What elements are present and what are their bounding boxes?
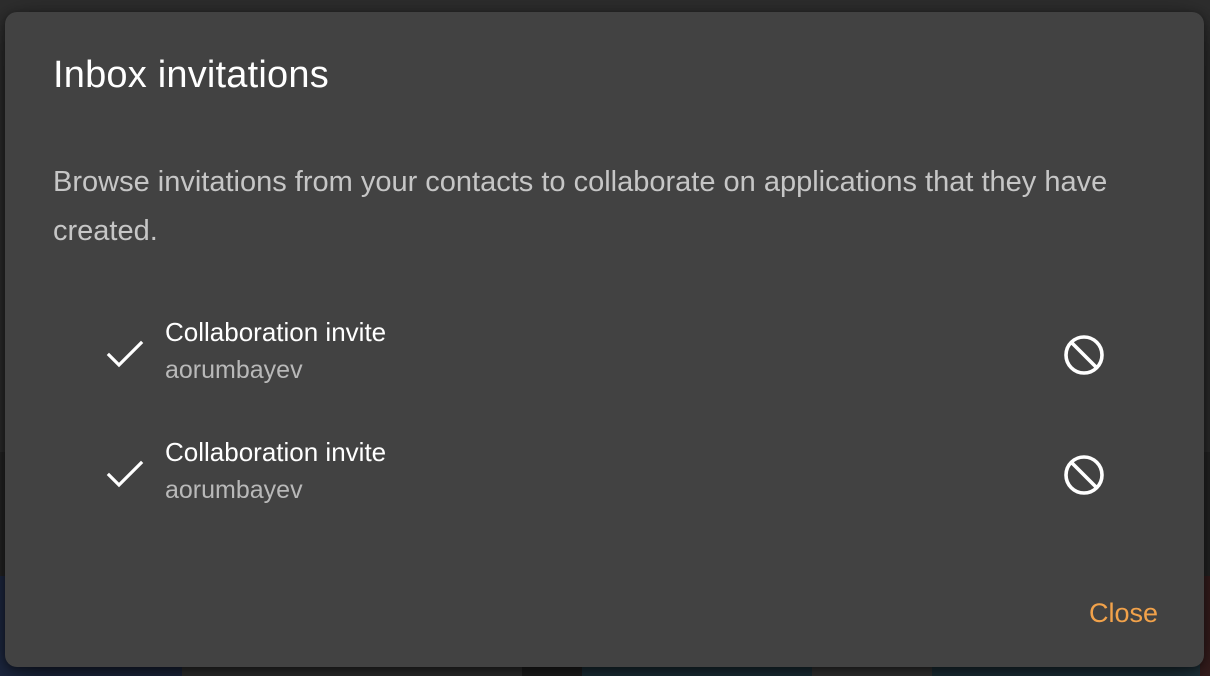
invitation-title: Collaboration invite [165, 317, 387, 347]
dialog-description: Browse invitations from your contacts to… [53, 166, 1108, 247]
invitation-item: Collaboration invite aorumbayev [5, 292, 1204, 412]
close-button[interactable]: Close [1085, 594, 1162, 633]
invitation-sender: aorumbayev [165, 476, 303, 504]
check-icon [106, 340, 144, 368]
invitation-sender: aorumbayev [165, 356, 303, 384]
block-icon [1064, 455, 1104, 495]
check-icon [106, 460, 144, 488]
invitation-title: Collaboration invite [165, 437, 387, 467]
accept-invitation-button[interactable] [95, 325, 155, 385]
accept-invitation-button[interactable] [95, 445, 155, 505]
invitation-text: Collaboration invite aorumbayev [165, 434, 386, 510]
invitation-item: Collaboration invite aorumbayev [5, 412, 1204, 532]
inbox-invitations-dialog: Inbox invitations Browse invitations fro… [5, 12, 1204, 667]
decline-invitation-button[interactable] [1054, 445, 1114, 505]
decline-invitation-button[interactable] [1054, 325, 1114, 385]
dialog-title: Inbox invitations [53, 54, 329, 96]
block-icon [1064, 335, 1104, 375]
invitation-text: Collaboration invite aorumbayev [165, 314, 386, 390]
